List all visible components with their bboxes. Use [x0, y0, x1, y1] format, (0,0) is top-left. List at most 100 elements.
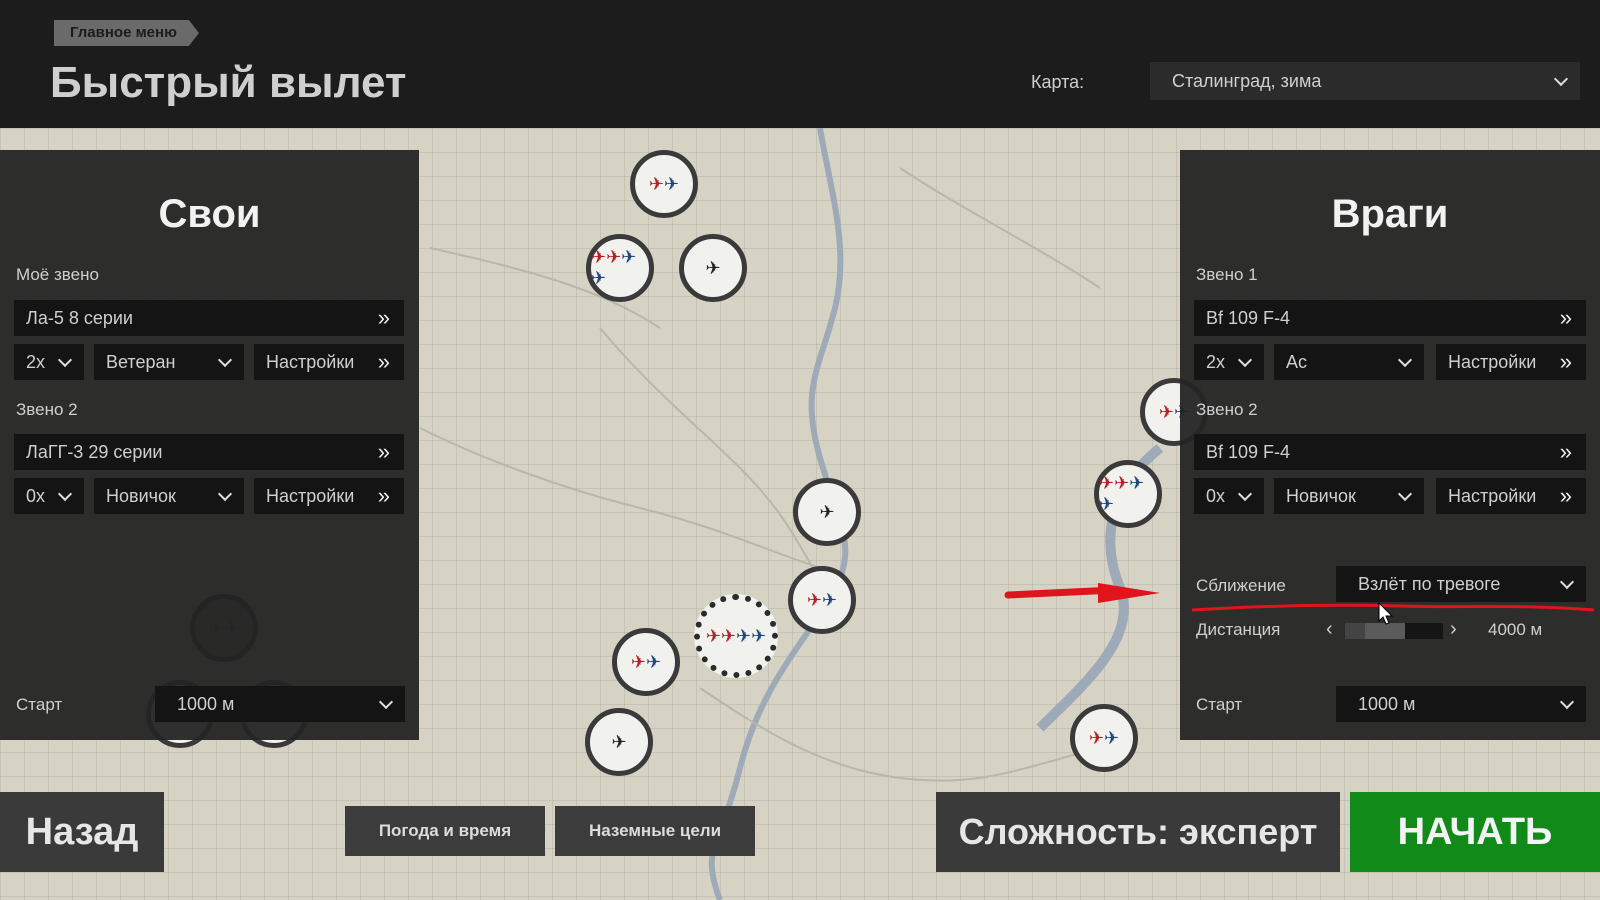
enemies-flight1-count: 2x — [1206, 352, 1226, 372]
enemies-flight1-aircraft-select[interactable]: Bf 109 F-4 » — [1194, 300, 1586, 336]
ground-targets-button[interactable]: Наземные цели — [555, 806, 755, 856]
plane-icon: ✈✈✈✈ — [1099, 473, 1145, 514]
map-select-value: Сталинград, зима — [1172, 71, 1322, 91]
double-chevron-right-icon: » — [1559, 439, 1572, 464]
chevron-down-icon — [57, 486, 73, 502]
plane-icon: ✈ — [819, 501, 835, 522]
enemies-flight2-settings: Настройки — [1448, 486, 1537, 506]
allies-title: Свои — [158, 192, 261, 236]
allies-flight1-skill-select[interactable]: Ветеран — [94, 344, 244, 380]
allies-flight2-settings-button[interactable]: Настройки » — [254, 478, 404, 514]
enemies-flight2-settings-button[interactable]: Настройки » — [1436, 478, 1586, 514]
enemies-flight2-count-select[interactable]: 0x — [1194, 478, 1264, 514]
map-select[interactable]: Сталинград, зима — [1150, 62, 1580, 100]
double-chevron-right-icon: » — [377, 349, 390, 374]
chevron-down-icon — [1237, 486, 1253, 502]
double-chevron-right-icon: » — [377, 483, 390, 508]
airfield-marker[interactable]: ✈✈ — [630, 150, 698, 218]
distance-slider[interactable] — [1345, 623, 1443, 639]
enemies-start-select[interactable]: 1000 м — [1336, 686, 1586, 722]
chevron-down-icon — [217, 352, 233, 368]
airfield-marker[interactable]: ✈✈ — [788, 566, 856, 634]
allies-flight2-label: Звено 2 — [16, 400, 78, 419]
difficulty-button[interactable]: Сложность: эксперт — [936, 792, 1340, 872]
plane-icon: ✈✈ — [630, 651, 662, 672]
header: Главное меню Быстрый вылет Карта: Сталин… — [0, 0, 1600, 128]
allies-start-label: Старт — [16, 695, 63, 714]
chevron-down-icon — [1559, 574, 1575, 590]
enemies-flight2-skill: Новичок — [1286, 486, 1356, 506]
approach-select[interactable]: Взлёт по тревоге — [1336, 566, 1586, 602]
chevron-down-icon — [1553, 71, 1569, 87]
plane-icon: ✈✈ — [648, 173, 680, 194]
allies-flight1-label: Моё звено — [16, 265, 99, 284]
enemies-start-value: 1000 м — [1358, 694, 1416, 714]
weather-time-button[interactable]: Погода и время — [345, 806, 545, 856]
allies-flight1-count-select[interactable]: 2x — [14, 344, 84, 380]
plane-icon: ✈ — [705, 257, 721, 278]
airfield-marker[interactable]: ✈ — [793, 478, 861, 546]
back-button[interactable]: Назад — [0, 792, 164, 872]
allies-start-value: 1000 м — [177, 694, 235, 714]
allies-start-select[interactable]: 1000 м — [155, 686, 405, 722]
distance-decrease-icon[interactable]: ‹ — [1326, 618, 1333, 641]
chevron-down-icon — [57, 352, 73, 368]
allies-flight2-aircraft-select[interactable]: ЛаГГ-3 29 серии » — [14, 434, 404, 470]
allies-flight1-settings: Настройки — [266, 352, 355, 372]
enemies-flight1-count-select[interactable]: 2x — [1194, 344, 1264, 380]
page-title: Быстрый вылет — [50, 58, 407, 107]
enemies-flight2-label: Звено 2 — [1196, 400, 1258, 419]
allies-flight1-count: 2x — [26, 352, 46, 372]
enemies-start-label: Старт — [1196, 695, 1243, 714]
airfield-marker[interactable]: ✈ — [679, 234, 747, 302]
allies-flight2-aircraft: ЛаГГ-3 29 серии — [26, 442, 163, 462]
breadcrumb-main-menu[interactable]: Главное меню — [54, 20, 199, 46]
allies-flight2-skill-select[interactable]: Новичок — [94, 478, 244, 514]
enemies-flight2-aircraft: Bf 109 F-4 — [1206, 442, 1291, 462]
enemies-flight1-label: Звено 1 — [1196, 265, 1258, 284]
allies-flight1-skill: Ветеран — [106, 352, 176, 372]
plane-icon: ✈✈ — [1088, 727, 1120, 748]
airfield-marker[interactable]: ✈✈ — [1070, 704, 1138, 772]
map-label: Карта: — [1031, 72, 1085, 92]
distance-value: 4000 м — [1488, 620, 1543, 639]
plane-icon: ✈✈ — [806, 589, 838, 610]
enemies-flight1-skill-select[interactable]: Ас — [1274, 344, 1424, 380]
allies-flight2-settings: Настройки — [266, 486, 355, 506]
double-chevron-right-icon: » — [377, 305, 390, 330]
airfield-marker[interactable]: ✈ — [585, 708, 653, 776]
allies-flight2-count: 0x — [26, 486, 46, 506]
enemies-flight2-skill-select[interactable]: Новичок — [1274, 478, 1424, 514]
double-chevron-right-icon: » — [1559, 483, 1572, 508]
distance-label: Дистанция — [1196, 620, 1281, 639]
start-button[interactable]: НАЧАТЬ — [1350, 792, 1600, 872]
distance-increase-icon[interactable]: › — [1450, 618, 1457, 641]
enemies-flight1-settings-button[interactable]: Настройки » — [1436, 344, 1586, 380]
chevron-down-icon — [217, 486, 233, 502]
enemies-flight2-count: 0x — [1206, 486, 1226, 506]
distance-slider-fill — [1345, 623, 1365, 639]
allies-flight2-skill: Новичок — [106, 486, 176, 506]
enemies-panel: Враги Звено 1 Bf 109 F-4 » 2x Ас Настрой… — [1180, 150, 1600, 740]
airfield-marker-selected[interactable]: ✈✈✈✈ — [694, 594, 778, 678]
double-chevron-right-icon: » — [1559, 305, 1572, 330]
allies-flight1-settings-button[interactable]: Настройки » — [254, 344, 404, 380]
airfield-marker[interactable]: ✈✈ — [612, 628, 680, 696]
airfield-marker[interactable]: ✈✈✈✈ — [1094, 460, 1162, 528]
chevron-down-icon — [1559, 694, 1575, 710]
plane-icon: ✈ — [611, 731, 627, 752]
allies-flight2-count-select[interactable]: 0x — [14, 478, 84, 514]
chevron-down-icon — [1397, 486, 1413, 502]
plane-icon: ✈✈✈✈ — [705, 625, 767, 646]
chevron-down-icon — [1237, 352, 1253, 368]
plane-icon: ✈✈✈✈ — [591, 247, 637, 288]
allies-flight1-aircraft-select[interactable]: Ла-5 8 серии » — [14, 300, 404, 336]
airfield-marker[interactable]: ✈✈✈✈ — [586, 234, 654, 302]
allies-flight1-aircraft: Ла-5 8 серии — [26, 308, 133, 328]
enemies-flight1-aircraft: Bf 109 F-4 — [1206, 308, 1291, 328]
double-chevron-right-icon: » — [1559, 349, 1572, 374]
allies-panel: Свои Моё звено Ла-5 8 серии » 2x Ветеран… — [0, 150, 419, 740]
approach-label: Сближение — [1196, 576, 1286, 595]
enemies-title: Враги — [1331, 192, 1449, 236]
enemies-flight2-aircraft-select[interactable]: Bf 109 F-4 » — [1194, 434, 1586, 470]
